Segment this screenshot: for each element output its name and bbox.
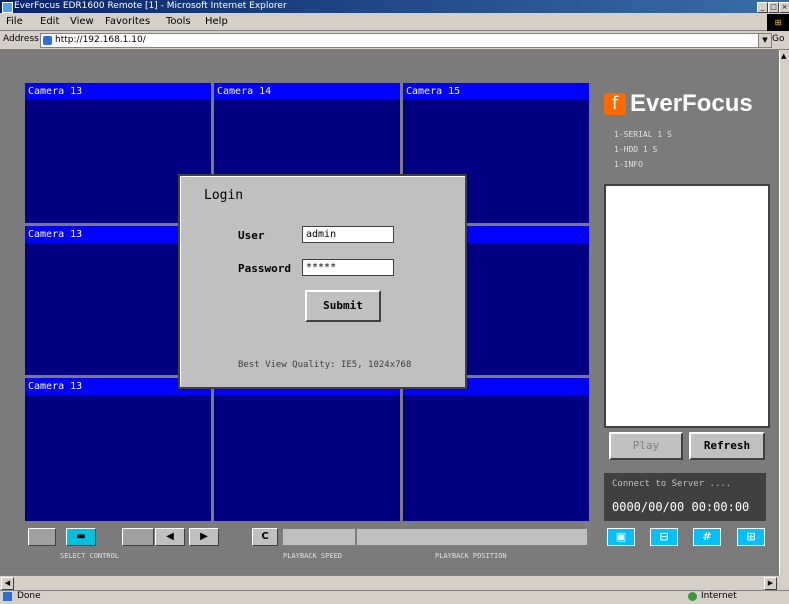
login-dialog: Login User admin Password ***** Submit B… xyxy=(178,174,467,389)
info-line: 1-INFO xyxy=(614,160,643,169)
page-icon xyxy=(43,36,52,45)
go-button[interactable]: Go xyxy=(772,34,784,44)
address-label: Address xyxy=(3,34,39,44)
forward-button[interactable]: ▶ xyxy=(189,528,219,546)
select-control-label: SELECT CONTROL xyxy=(60,552,120,560)
menu-file[interactable]: File xyxy=(6,16,23,27)
page-done-icon xyxy=(3,592,12,601)
camera-label: Camera 14 xyxy=(214,83,400,100)
play-button[interactable]: Play xyxy=(609,432,683,460)
connection-status-panel: Connect to Server .... 0000/00/00 00:00:… xyxy=(604,473,766,521)
camera-view-9[interactable] xyxy=(403,378,589,521)
datetime-display: 0000/00/00 00:00:00 xyxy=(612,500,750,514)
playback-position-label: PLAYBACK POSITION xyxy=(435,552,507,560)
password-label: Password xyxy=(238,262,291,275)
horizontal-scrollbar[interactable]: ◀ ▶ xyxy=(0,575,779,590)
rewind-button[interactable]: ◀ xyxy=(155,528,185,546)
maximize-button[interactable]: □ xyxy=(768,2,779,13)
info-line: 1-SERIAL 1 S xyxy=(614,130,672,139)
scroll-left-icon[interactable]: ◀ xyxy=(1,577,14,590)
camera-label: Camera 13 xyxy=(25,83,211,100)
position-slider[interactable] xyxy=(356,528,588,546)
layout-9-button[interactable]: # xyxy=(693,528,721,546)
menu-help[interactable]: Help xyxy=(205,16,228,27)
internet-zone-icon xyxy=(688,592,697,601)
vertical-scrollbar[interactable]: ▲ xyxy=(779,50,789,575)
info-line: 1-HDD 1 S xyxy=(614,145,658,154)
status-text: Done xyxy=(17,591,41,601)
submit-button[interactable]: Submit xyxy=(305,290,381,322)
menu-favorites[interactable]: Favorites xyxy=(105,16,150,27)
refresh-button[interactable]: Refresh xyxy=(689,432,765,460)
window-title: EverFocus EDR1600 Remote [1] - Microsoft… xyxy=(14,1,287,11)
layout-4-button[interactable]: ⊟ xyxy=(650,528,678,546)
camera-view-7[interactable]: Camera 13 xyxy=(25,378,211,521)
status-bar: Done Internet xyxy=(0,590,789,604)
control-slot xyxy=(122,528,154,546)
connect-status: Connect to Server .... xyxy=(612,479,732,489)
stop-button[interactable]: ▬ xyxy=(66,528,96,546)
menu-view[interactable]: View xyxy=(70,16,94,27)
zone-text: Internet xyxy=(701,591,737,601)
brand-logo: EverFocus xyxy=(630,90,753,117)
best-view-note: Best View Quality: IE5, 1024x768 xyxy=(238,360,412,370)
playback-speed-label: PLAYBACK SPEED xyxy=(283,552,343,560)
user-label: User xyxy=(238,229,265,242)
minimize-button[interactable]: _ xyxy=(757,2,768,13)
menu-edit[interactable]: Edit xyxy=(40,16,59,27)
login-title: Login xyxy=(204,188,244,203)
window-title-bar: EverFocus EDR1600 Remote [1] - Microsoft… xyxy=(0,0,789,13)
address-input[interactable]: http://192.168.1.10/ xyxy=(40,33,759,48)
menu-tools[interactable]: Tools xyxy=(166,16,191,27)
layout-1-button[interactable]: ▣ xyxy=(607,528,635,546)
scroll-up-icon[interactable]: ▲ xyxy=(781,52,786,60)
clear-button[interactable]: C xyxy=(252,528,278,546)
password-input[interactable]: ***** xyxy=(302,259,394,276)
close-button[interactable]: × xyxy=(779,2,789,13)
everfocus-logo-icon: f xyxy=(604,93,626,115)
camera-label: Camera 15 xyxy=(403,83,589,100)
address-url: http://192.168.1.10/ xyxy=(55,35,146,45)
address-dropdown-icon[interactable]: ▼ xyxy=(758,33,772,48)
scroll-right-icon[interactable]: ▶ xyxy=(764,577,777,590)
windows-logo-icon: ⊞ xyxy=(767,14,789,31)
menu-bar: File Edit View Favorites Tools Help xyxy=(0,14,789,31)
ie-icon xyxy=(2,2,13,13)
control-slot xyxy=(28,528,56,546)
device-list[interactable] xyxy=(604,184,770,428)
camera-view-8[interactable] xyxy=(214,378,400,521)
user-input[interactable]: admin xyxy=(302,226,394,243)
layout-16-button[interactable]: ⊞ xyxy=(737,528,765,546)
speed-slider[interactable] xyxy=(282,528,356,546)
